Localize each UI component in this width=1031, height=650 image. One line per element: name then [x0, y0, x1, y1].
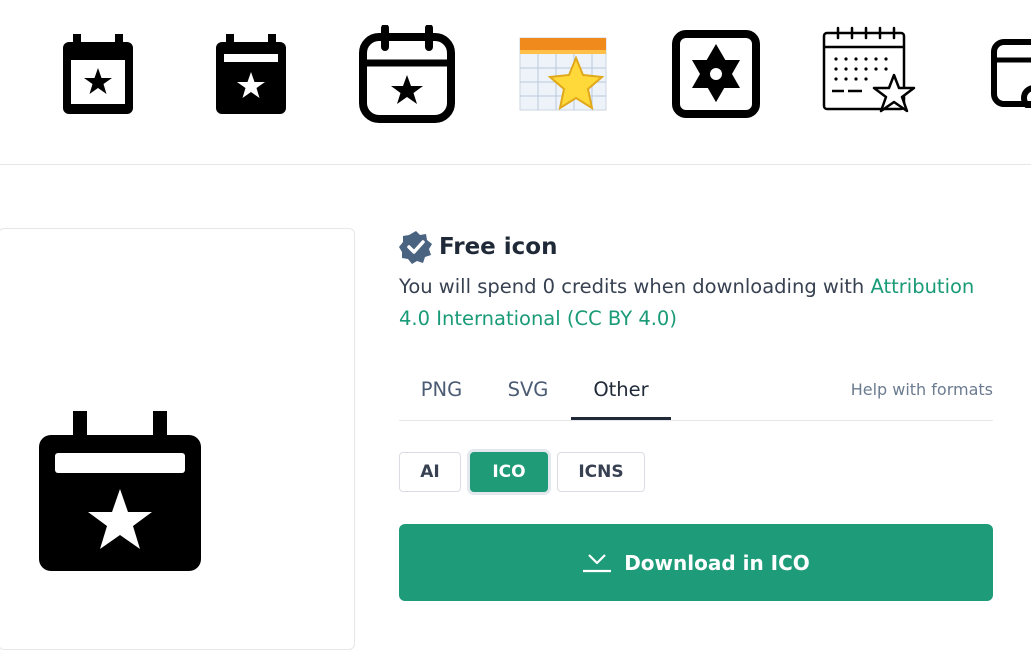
- calendar-dots-star-icon[interactable]: [822, 25, 922, 125]
- calendar-star-rounded-icon[interactable]: [357, 25, 457, 125]
- download-label: Download in ICO: [624, 550, 810, 575]
- calendar-star-solid-icon[interactable]: [212, 32, 290, 118]
- calendar-partial-icon[interactable]: [990, 38, 1031, 108]
- credits-text: You will spend 0 credits when downloadin…: [399, 271, 999, 335]
- related-icons-strip: [0, 0, 1031, 165]
- verified-badge-icon: [399, 231, 432, 264]
- icon-preview-panel: [0, 228, 355, 650]
- tab-svg[interactable]: SVG: [485, 378, 571, 420]
- format-icns-button[interactable]: ICNS: [557, 452, 645, 492]
- credits-label: You will spend 0 credits when downloadin…: [399, 275, 871, 298]
- tab-png[interactable]: PNG: [399, 378, 484, 420]
- calendar-star-color-icon[interactable]: [518, 32, 610, 122]
- format-tabs: PNG SVG Other Help with formats: [399, 370, 993, 421]
- format-ai-button[interactable]: AI: [399, 452, 461, 492]
- calendar-star-of-david-icon[interactable]: [670, 28, 762, 120]
- page-title: Free icon: [439, 234, 558, 260]
- calendar-star-solid-icon: [39, 411, 201, 571]
- help-with-formats-link[interactable]: Help with formats: [851, 380, 993, 399]
- download-icon: [583, 553, 612, 572]
- format-ico-button[interactable]: ICO: [470, 452, 548, 492]
- download-button[interactable]: Download in ICO: [399, 524, 993, 601]
- format-options: AI ICO ICNS: [399, 452, 654, 492]
- tab-other[interactable]: Other: [571, 378, 671, 420]
- calendar-star-outline-icon[interactable]: [59, 32, 137, 118]
- title-row: Free icon: [399, 230, 557, 264]
